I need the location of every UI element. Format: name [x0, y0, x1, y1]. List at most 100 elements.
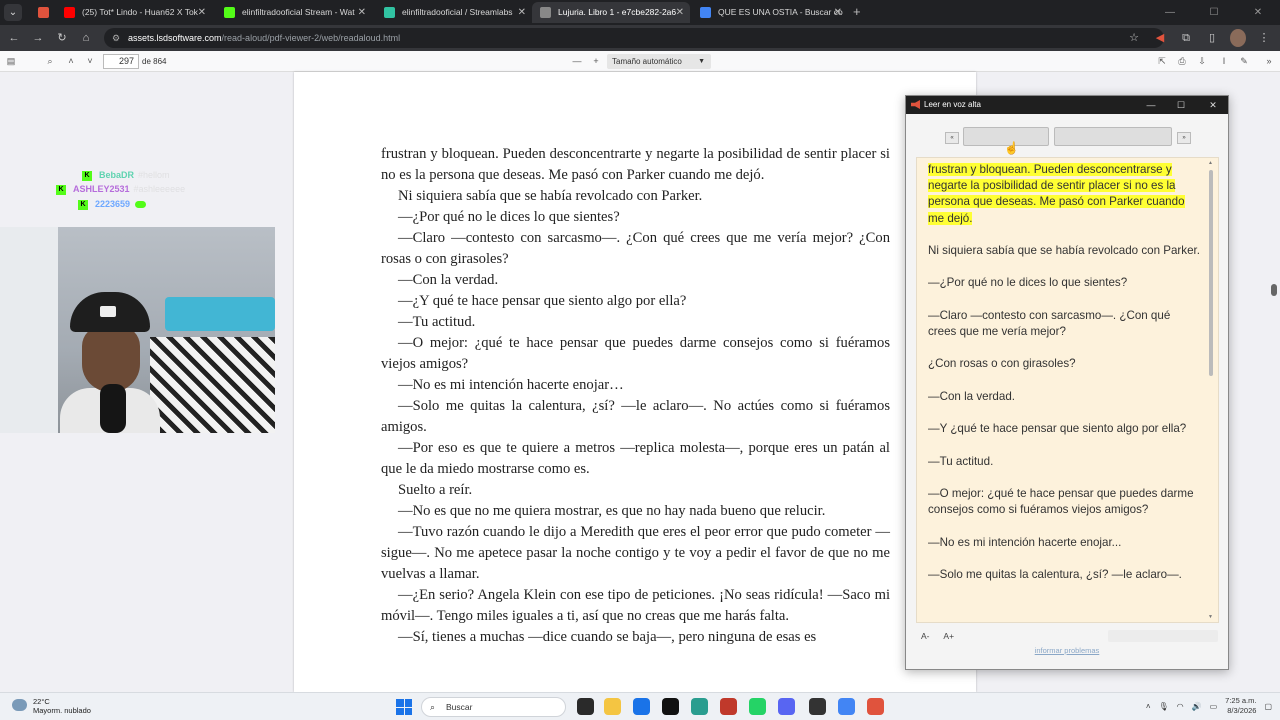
read-aloud-titlebar[interactable]: Leer en voz alta — ☐ ✕	[906, 96, 1228, 114]
site-info-icon[interactable]: ⚙	[112, 28, 120, 48]
zoom-in-icon[interactable]: +	[589, 54, 603, 68]
minimize-icon[interactable]: —	[1140, 96, 1162, 114]
close-icon[interactable]: ✕	[1236, 0, 1280, 25]
speed-slider[interactable]	[1108, 630, 1218, 642]
new-tab-button[interactable]: +	[853, 4, 861, 19]
reader-paragraph-text: ¿Con rosas o con girasoles?	[928, 357, 1076, 371]
profile-avatar[interactable]	[1230, 29, 1246, 47]
capcut-icon[interactable]	[662, 698, 679, 715]
browser-tab[interactable]: (25) Tot* Lindo - Huan62 X Tok ✕	[56, 2, 212, 23]
battery-icon[interactable]: ▭	[1210, 702, 1218, 711]
scroll-down-icon[interactable]: ▼	[1208, 614, 1213, 620]
maximize-icon[interactable]: ☐	[1170, 96, 1192, 114]
print-icon[interactable]: ⎙	[1175, 54, 1189, 68]
store-icon[interactable]	[633, 698, 650, 715]
read-aloud-app-icon	[911, 100, 920, 109]
next-page-icon[interactable]: ˅	[83, 54, 97, 68]
microphone	[100, 384, 126, 433]
page-paragraph: Suelto a reír.	[398, 482, 473, 498]
tab-close-icon[interactable]: ✕	[834, 2, 842, 23]
tab-close-icon[interactable]: ✕	[676, 2, 684, 23]
read-aloud-text-panel[interactable]: frustran y bloquean. Pueden desconcentra…	[916, 157, 1219, 623]
search-icon: ⌕	[430, 702, 436, 712]
clock[interactable]: 7:25 a.m. 8/3/2026	[1225, 696, 1256, 716]
page-paragraph: Ni siquiera sabía que se había revolcado…	[398, 188, 703, 204]
bookmark-star-icon[interactable]: ☆	[1126, 29, 1142, 47]
tab-close-icon[interactable]: ✕	[358, 2, 366, 23]
reload-icon[interactable]: ↻	[54, 30, 70, 46]
minimize-icon[interactable]: —	[1148, 0, 1192, 25]
page-number-input[interactable]: 297	[103, 54, 139, 69]
zoom-select[interactable]: Tamaño automático ▼	[607, 54, 711, 69]
browser-tab[interactable]: elinfiltradooficial / Streamlabs ✕	[376, 2, 532, 23]
tab-close-icon[interactable]: ✕	[198, 2, 206, 23]
notifications-icon[interactable]: ▢	[1264, 702, 1272, 711]
reader-paragraph: —Claro —contesto con sarcasmo—. ¿Con qué…	[928, 308, 1200, 340]
reader-paragraph: —O mejor: ¿qué te hace pensar que puedes…	[928, 486, 1200, 518]
playback-controls: « »	[906, 126, 1228, 148]
browser-tab[interactable]: QUE ES UNA OSTIA - Buscar co ✕	[692, 2, 848, 23]
stream-chat-overlay: K BebaDR #hellom K ASHLEY2531 #ashleeeeee K 222…	[0, 168, 290, 218]
reader-paragraph: —Solo me quitas la calentura, ¿sí? —le a…	[928, 567, 1200, 583]
sidebar-icon[interactable]: ▯	[1204, 29, 1220, 47]
text-cursor-icon[interactable]: I	[1217, 54, 1231, 68]
tray-chevron-icon[interactable]: ˄	[1146, 702, 1151, 711]
browser-tab[interactable]	[30, 2, 56, 23]
reader-paragraph: —Tu actitud.	[928, 454, 1200, 470]
font-increase-button[interactable]: A+	[943, 631, 954, 641]
back-icon[interactable]: ←	[6, 30, 22, 46]
text-panel-scrollbar[interactable]: ▲ ▼	[1208, 160, 1214, 620]
search-icon[interactable]: ⌕	[43, 54, 57, 68]
page-scrollbar-thumb[interactable]	[1271, 284, 1277, 296]
tab-favicon-icon	[540, 7, 551, 18]
discord-icon[interactable]	[778, 698, 795, 715]
extension-read-aloud-icon[interactable]: ◀	[1152, 29, 1168, 47]
edge-icon[interactable]	[691, 698, 708, 715]
draw-icon[interactable]: ✎	[1237, 54, 1251, 68]
chrome-icon[interactable]	[838, 698, 855, 715]
browser-tab[interactable]: elinfiltradooficial Stream - Wat ✕	[216, 2, 372, 23]
browser-icon[interactable]	[720, 698, 737, 715]
reader-paragraph: —Con la verdad.	[928, 389, 1200, 405]
address-bar[interactable]: ⚙ assets.lsdsoftware.com/read-aloud/pdf-…	[104, 28, 1164, 48]
whatsapp-icon[interactable]	[749, 698, 766, 715]
browser-tab[interactable]: Lujuria. Libro 1 - e7cbe282-2a6 ✕	[532, 2, 690, 23]
open-file-icon[interactable]: ⇱	[1155, 54, 1169, 68]
font-decrease-button[interactable]: A-	[921, 631, 930, 641]
microphone-icon[interactable]: 🎙	[1158, 702, 1168, 711]
home-icon[interactable]: ⌂	[78, 30, 94, 46]
scroll-up-icon[interactable]: ▲	[1208, 160, 1213, 166]
maximize-icon[interactable]: ☐	[1192, 0, 1236, 25]
close-icon[interactable]: ✕	[1202, 96, 1224, 114]
tab-search-button[interactable]: ⌄	[4, 4, 22, 21]
chat-message-text: #hellom	[138, 170, 170, 180]
rewind-button[interactable]: «	[945, 132, 959, 144]
more-tools-icon[interactable]: »	[1262, 54, 1276, 68]
menu-icon[interactable]: ⋮	[1256, 29, 1272, 47]
extensions-icon[interactable]: ⧉	[1178, 29, 1194, 47]
previous-page-icon[interactable]: ˄	[64, 54, 78, 68]
read-aloud-icon[interactable]	[867, 698, 884, 715]
read-aloud-text: frustran y bloquean. Pueden desconcentra…	[928, 162, 1200, 599]
tab-title: elinfiltradooficial / Streamlabs	[402, 7, 513, 17]
obs-icon[interactable]	[809, 698, 826, 715]
tab-close-icon[interactable]: ✕	[518, 2, 526, 23]
chat-username: ASHLEY2531	[73, 184, 130, 194]
wifi-icon[interactable]: ◠	[1177, 702, 1184, 711]
stop-button[interactable]	[1054, 127, 1172, 146]
media-icon[interactable]	[577, 698, 594, 715]
report-problems-link[interactable]: informar problemas	[906, 646, 1228, 655]
scrollbar-thumb[interactable]	[1209, 170, 1213, 376]
forward-icon[interactable]: →	[30, 30, 46, 46]
volume-icon[interactable]: 🔊	[1192, 702, 1202, 711]
taskbar-search[interactable]: ⌕ Buscar	[421, 697, 566, 717]
forward-button[interactable]: »	[1177, 132, 1191, 144]
zoom-out-icon[interactable]: —	[570, 54, 584, 68]
save-icon[interactable]: ⇩	[1195, 54, 1209, 68]
file-explorer-icon[interactable]	[604, 698, 621, 715]
windows-start-icon[interactable]	[396, 699, 412, 715]
page-paragraph: —Con la verdad.	[398, 272, 499, 288]
page-paragraph: —Sí, tienes a muchas —dice cuando se baj…	[398, 629, 817, 645]
sidebar-toggle-icon[interactable]: ▤	[4, 54, 18, 68]
clock-time: 7:25 a.m.	[1225, 696, 1257, 705]
